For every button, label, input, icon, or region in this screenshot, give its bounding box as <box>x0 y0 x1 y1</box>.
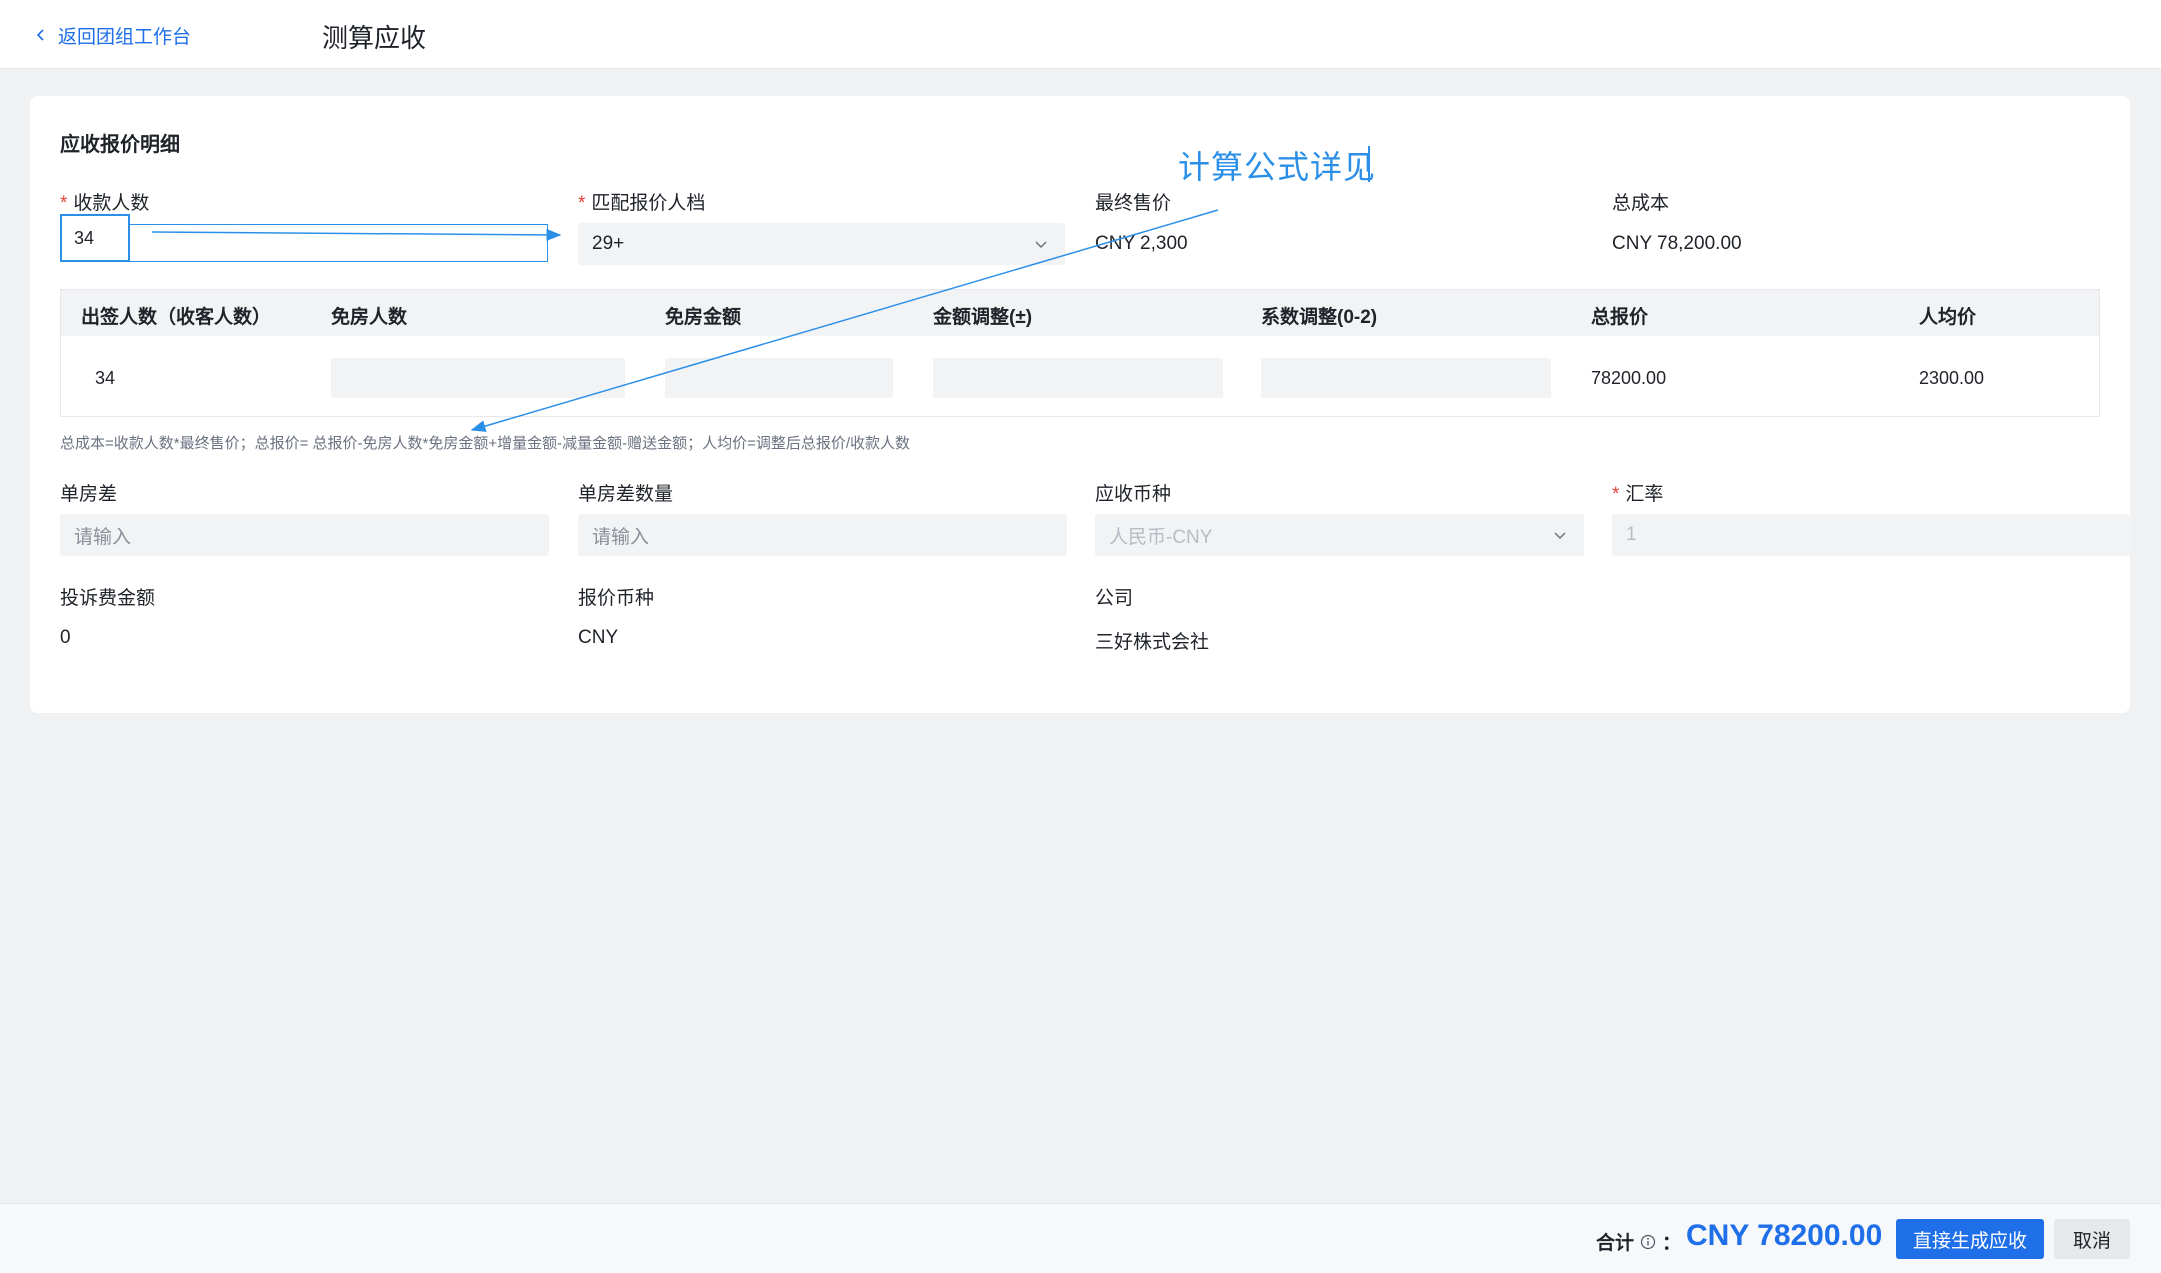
people-input-highlight <box>60 224 548 262</box>
page-title: 测算应收 <box>322 23 427 53</box>
currency-select[interactable]: 人民币-CNY <box>1095 514 1584 556</box>
total-label: 合计 ： <box>1596 1228 1681 1255</box>
cancel-button[interactable]: 取消 <box>2054 1219 2130 1259</box>
currency-label: 应收币种 <box>1095 484 1172 505</box>
formula-note: 总成本=收款人数*最终售价；总报价= 总报价-免房人数*免房金额+增量金额-减量… <box>60 435 911 452</box>
tier-label: * 匹配报价人档 <box>578 193 706 214</box>
rate-input[interactable]: 1 <box>1612 514 2130 556</box>
th-free-room-count: 免房人数 <box>331 307 408 328</box>
top-bar: 返回团组工作台 测算应收 <box>0 0 2161 69</box>
chevron-left-icon <box>36 29 44 41</box>
table-header: 出签人数（收客人数） 免房人数 免房金额 金额调整(±) 系数调整(0-2) 总… <box>61 290 2099 336</box>
th-coefficient-adjust: 系数调整(0-2) <box>1261 307 1378 328</box>
required-mark: * <box>1612 484 1620 505</box>
rate-label: * 汇率 <box>1612 484 1664 505</box>
th-per-person: 人均价 <box>1919 307 1977 328</box>
chevron-down-icon <box>1035 241 1047 249</box>
quote-table: 出签人数（收客人数） 免房人数 免房金额 金额调整(±) 系数调整(0-2) 总… <box>60 289 2100 417</box>
annotation-text: 计算公式详见 <box>1178 149 1377 185</box>
cell-visa-count: 34 <box>95 368 116 388</box>
cell-total-quote: 78200.00 <box>1591 368 1667 388</box>
th-amount-adjust: 金额调整(±) <box>933 307 1033 328</box>
currency-select-value: 人民币-CNY <box>1109 526 1213 548</box>
complaint-fee-value: 0 <box>60 627 71 648</box>
final-price-value: CNY 2,300 <box>1095 233 1188 254</box>
people-input[interactable]: 34 <box>60 214 130 262</box>
required-mark: * <box>60 193 68 214</box>
coefficient-adjust-input[interactable] <box>1261 358 1551 398</box>
complaint-fee-label: 投诉费金额 <box>60 588 156 609</box>
quote-detail-card: 应收报价明细 计算公式详见 * 收款人数 34 * 匹配报价人档 29+ 最终售价 … <box>30 96 2130 713</box>
total-cost-label: 总成本 <box>1612 193 1670 214</box>
generate-receivable-button[interactable]: 直接生成应收 <box>1896 1219 2044 1259</box>
chevron-down-icon <box>1554 532 1566 540</box>
final-price-label: 最终售价 <box>1095 193 1172 214</box>
single-room-qty-label: 单房差数量 <box>578 484 674 505</box>
free-room-amount-input[interactable] <box>665 358 893 398</box>
amount-adjust-input[interactable] <box>933 358 1223 398</box>
section-title: 应收报价明细 <box>60 134 180 156</box>
quote-currency-label: 报价币种 <box>578 588 655 609</box>
footer-bar: 合计 ： CNY 78200.00 直接生成应收 取消 <box>0 1203 2161 1273</box>
tier-select-value: 29+ <box>592 233 625 254</box>
single-room-input[interactable]: 请输入 <box>60 514 549 556</box>
free-room-count-input[interactable] <box>331 358 625 398</box>
annotation-caret <box>1368 146 1370 182</box>
th-free-room-amount: 免房金额 <box>665 307 742 328</box>
total-colon: ： <box>1662 1233 1682 1254</box>
quote-currency-value: CNY <box>578 627 619 648</box>
info-icon[interactable] <box>1640 1234 1656 1250</box>
single-room-label: 单房差 <box>60 484 118 505</box>
single-room-qty-input[interactable]: 请输入 <box>578 514 1067 556</box>
required-mark: * <box>578 193 586 214</box>
th-total-quote: 总报价 <box>1591 307 1649 328</box>
company-label: 公司 <box>1095 588 1134 609</box>
back-link[interactable]: 返回团组工作台 <box>34 22 191 48</box>
people-label: * 收款人数 <box>60 193 150 214</box>
back-link-label: 返回团组工作台 <box>58 26 192 48</box>
total-value: CNY 78200.00 <box>1686 1219 1883 1252</box>
company-value: 三好株式会社 <box>1095 632 1210 653</box>
th-visa-count: 出签人数（收客人数） <box>81 307 272 328</box>
total-cost-value: CNY 78,200.00 <box>1612 233 1742 254</box>
cell-per-person: 2300.00 <box>1919 368 1985 388</box>
tier-select[interactable]: 29+ <box>578 223 1065 265</box>
